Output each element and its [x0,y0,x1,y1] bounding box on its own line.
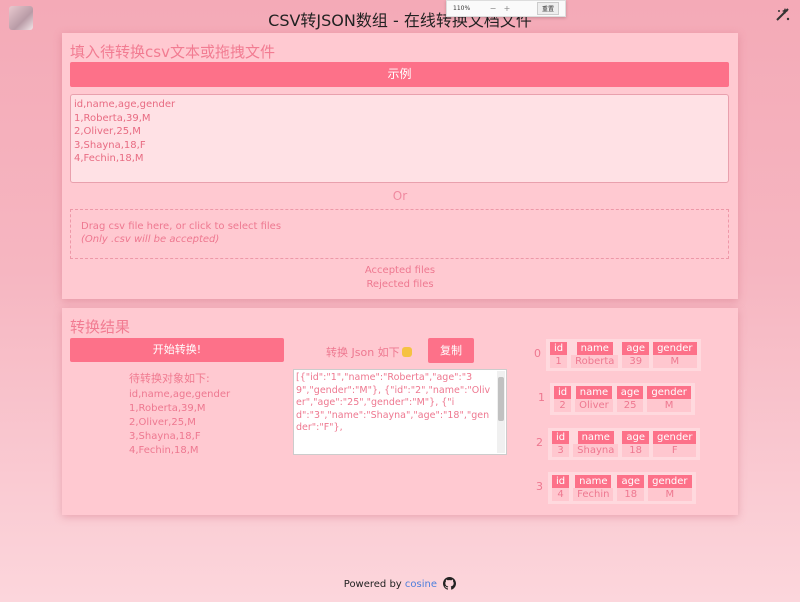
json-scrollbar[interactable] [497,371,505,453]
powered-by-label: Powered by [343,579,402,590]
object-index: 3 [536,480,543,493]
result-card-title: 转换结果 [70,318,131,336]
start-convert-button[interactable]: 开始转换! [70,338,284,362]
field-value: Oliver [575,399,613,412]
rejected-files-label: Rejected files [366,279,434,290]
footer: Powered by cosine [0,577,800,590]
field-value: 4 [552,488,570,501]
zoom-out-button[interactable]: − [489,4,497,13]
object-field-name: name Shayna [573,431,619,457]
theme-toggle-icon[interactable] [774,6,792,24]
example-button[interactable]: 示例 [70,62,729,87]
field-value: M [653,355,697,368]
object-field-id: id 4 [552,475,570,501]
object-field-age: age 18 [617,475,645,501]
field-key: id [550,342,568,355]
author-link[interactable]: cosine [405,579,437,590]
field-value: F [652,444,697,457]
field-key: age [622,431,649,444]
field-value: 39 [622,355,650,368]
drop-hint: Drag csv file here, or click to select f… [81,221,282,232]
field-key: age [622,342,650,355]
object-field-gender: gender F [652,431,697,457]
field-key: name [577,431,614,444]
input-card-title: 填入待转换csv文本或拖拽文件 [70,43,275,61]
pending-list: id,name,age,gender 1,Roberta,39,M 2,Oliv… [129,389,231,456]
field-key: id [552,431,570,444]
field-key: id [554,386,572,399]
accepted-files-label: Accepted files [364,265,436,276]
object-row: 3 id 4 name Fechin age 18 gender M [536,472,696,504]
object-field-id: id 2 [554,386,572,412]
object-field-gender: gender M [653,342,697,368]
object-card: id 4 name Fechin age 18 gender M [548,472,696,504]
object-card: id 2 name Oliver age 25 gender M [550,383,695,415]
field-key: age [617,475,645,488]
zoom-popup: 110% − + 重置 [446,0,566,17]
object-field-age: age 25 [616,386,644,412]
field-value: M [647,399,691,412]
field-value: 18 [617,488,645,501]
object-field-name: name Fechin [573,475,614,501]
file-drop-zone[interactable]: Drag csv file here, or click to select f… [70,209,729,259]
object-field-id: id 1 [550,342,568,368]
object-index: 0 [534,347,541,360]
field-key: name [576,342,613,355]
object-field-age: age 39 [622,342,650,368]
result-card: 转换结果 开始转换! 待转换对象如下: id,name,age,gender 1… [62,308,738,515]
field-key: gender [652,431,697,444]
json-label: 转换 Json 如下 [326,344,412,360]
zoom-value: 110% [453,5,471,12]
json-output-text: [{"id":"1","name":"Roberta","age":"39","… [296,372,491,433]
pointing-hand-icon [401,347,412,357]
field-value: 25 [616,399,644,412]
field-key: gender [648,475,692,488]
field-key: gender [653,342,697,355]
csv-input[interactable]: id,name,age,gender 1,Roberta,39,M 2,Oliv… [70,94,729,183]
field-value: Fechin [573,488,614,501]
json-label-text: 转换 Json 如下 [326,346,400,359]
object-index: 2 [536,436,543,449]
pending-title: 待转换对象如下: [129,372,210,385]
field-key: gender [647,386,691,399]
zoom-reset-button[interactable]: 重置 [536,2,559,15]
field-key: name [575,386,613,399]
field-value: 2 [554,399,572,412]
field-value: M [648,488,692,501]
field-key: age [616,386,644,399]
field-value: 3 [552,444,570,457]
object-row: 1 id 2 name Oliver age 25 gender M [538,383,695,415]
object-field-name: name Roberta [571,342,619,368]
github-icon[interactable] [443,577,457,590]
json-output[interactable]: [{"id":"1","name":"Roberta","age":"39","… [293,369,507,455]
object-card: id 1 name Roberta age 39 gender M [546,339,701,371]
field-value: Roberta [571,355,619,368]
object-field-gender: gender M [647,386,691,412]
page-title: CSV转JSON数组 - 在线转换文档文件 [268,11,532,30]
input-card: 填入待转换csv文本或拖拽文件 示例 id,name,age,gender 1,… [62,33,738,299]
field-value: 1 [550,355,568,368]
zoom-in-button[interactable]: + [503,4,511,13]
object-field-id: id 3 [552,431,570,457]
object-field-gender: gender M [648,475,692,501]
or-divider: Or [392,189,408,203]
field-value: Shayna [573,444,619,457]
object-index: 1 [538,391,545,404]
object-row: 0 id 1 name Roberta age 39 gender M [534,339,701,371]
object-field-name: name Oliver [575,386,613,412]
copy-button[interactable]: 复制 [428,338,474,363]
field-key: id [552,475,570,488]
object-field-age: age 18 [622,431,649,457]
field-value: 18 [622,444,649,457]
field-key: name [575,475,612,488]
drop-note: (Only .csv will be accepted) [81,234,220,245]
object-card: id 3 name Shayna age 18 gender F [548,428,701,460]
json-scroll-thumb[interactable] [498,377,504,421]
object-row: 2 id 3 name Shayna age 18 gender F [536,428,701,460]
